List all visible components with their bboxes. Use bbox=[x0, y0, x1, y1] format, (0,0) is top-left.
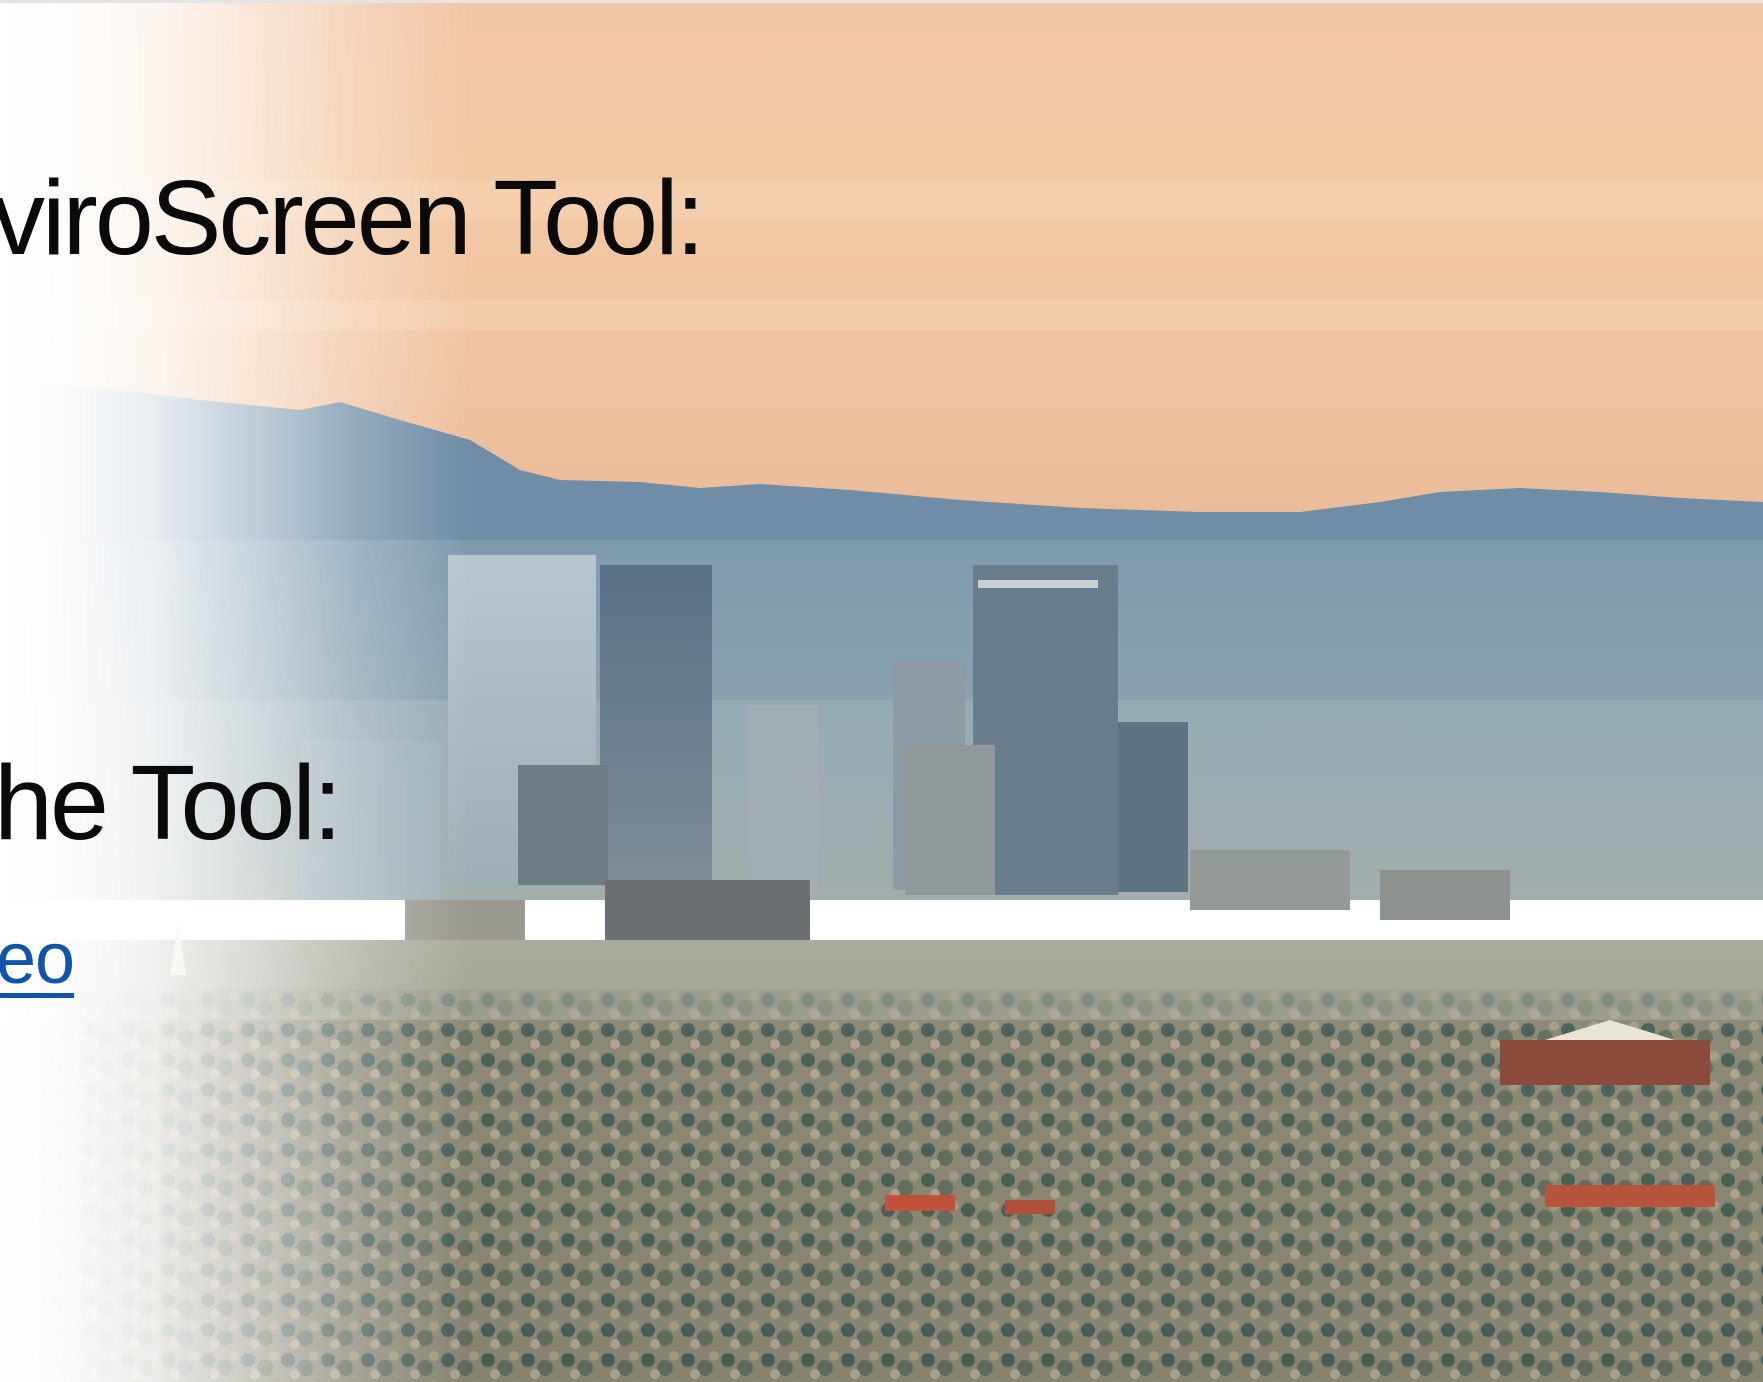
top-border bbox=[0, 0, 1763, 3]
slide: viroScreen Tool: he Tool: eo bbox=[0, 0, 1763, 1382]
heading-the-tool: he Tool: bbox=[0, 744, 342, 862]
heading-enviroscreen-tool: viroScreen Tool: bbox=[0, 159, 705, 277]
video-link[interactable]: eo bbox=[0, 923, 75, 995]
